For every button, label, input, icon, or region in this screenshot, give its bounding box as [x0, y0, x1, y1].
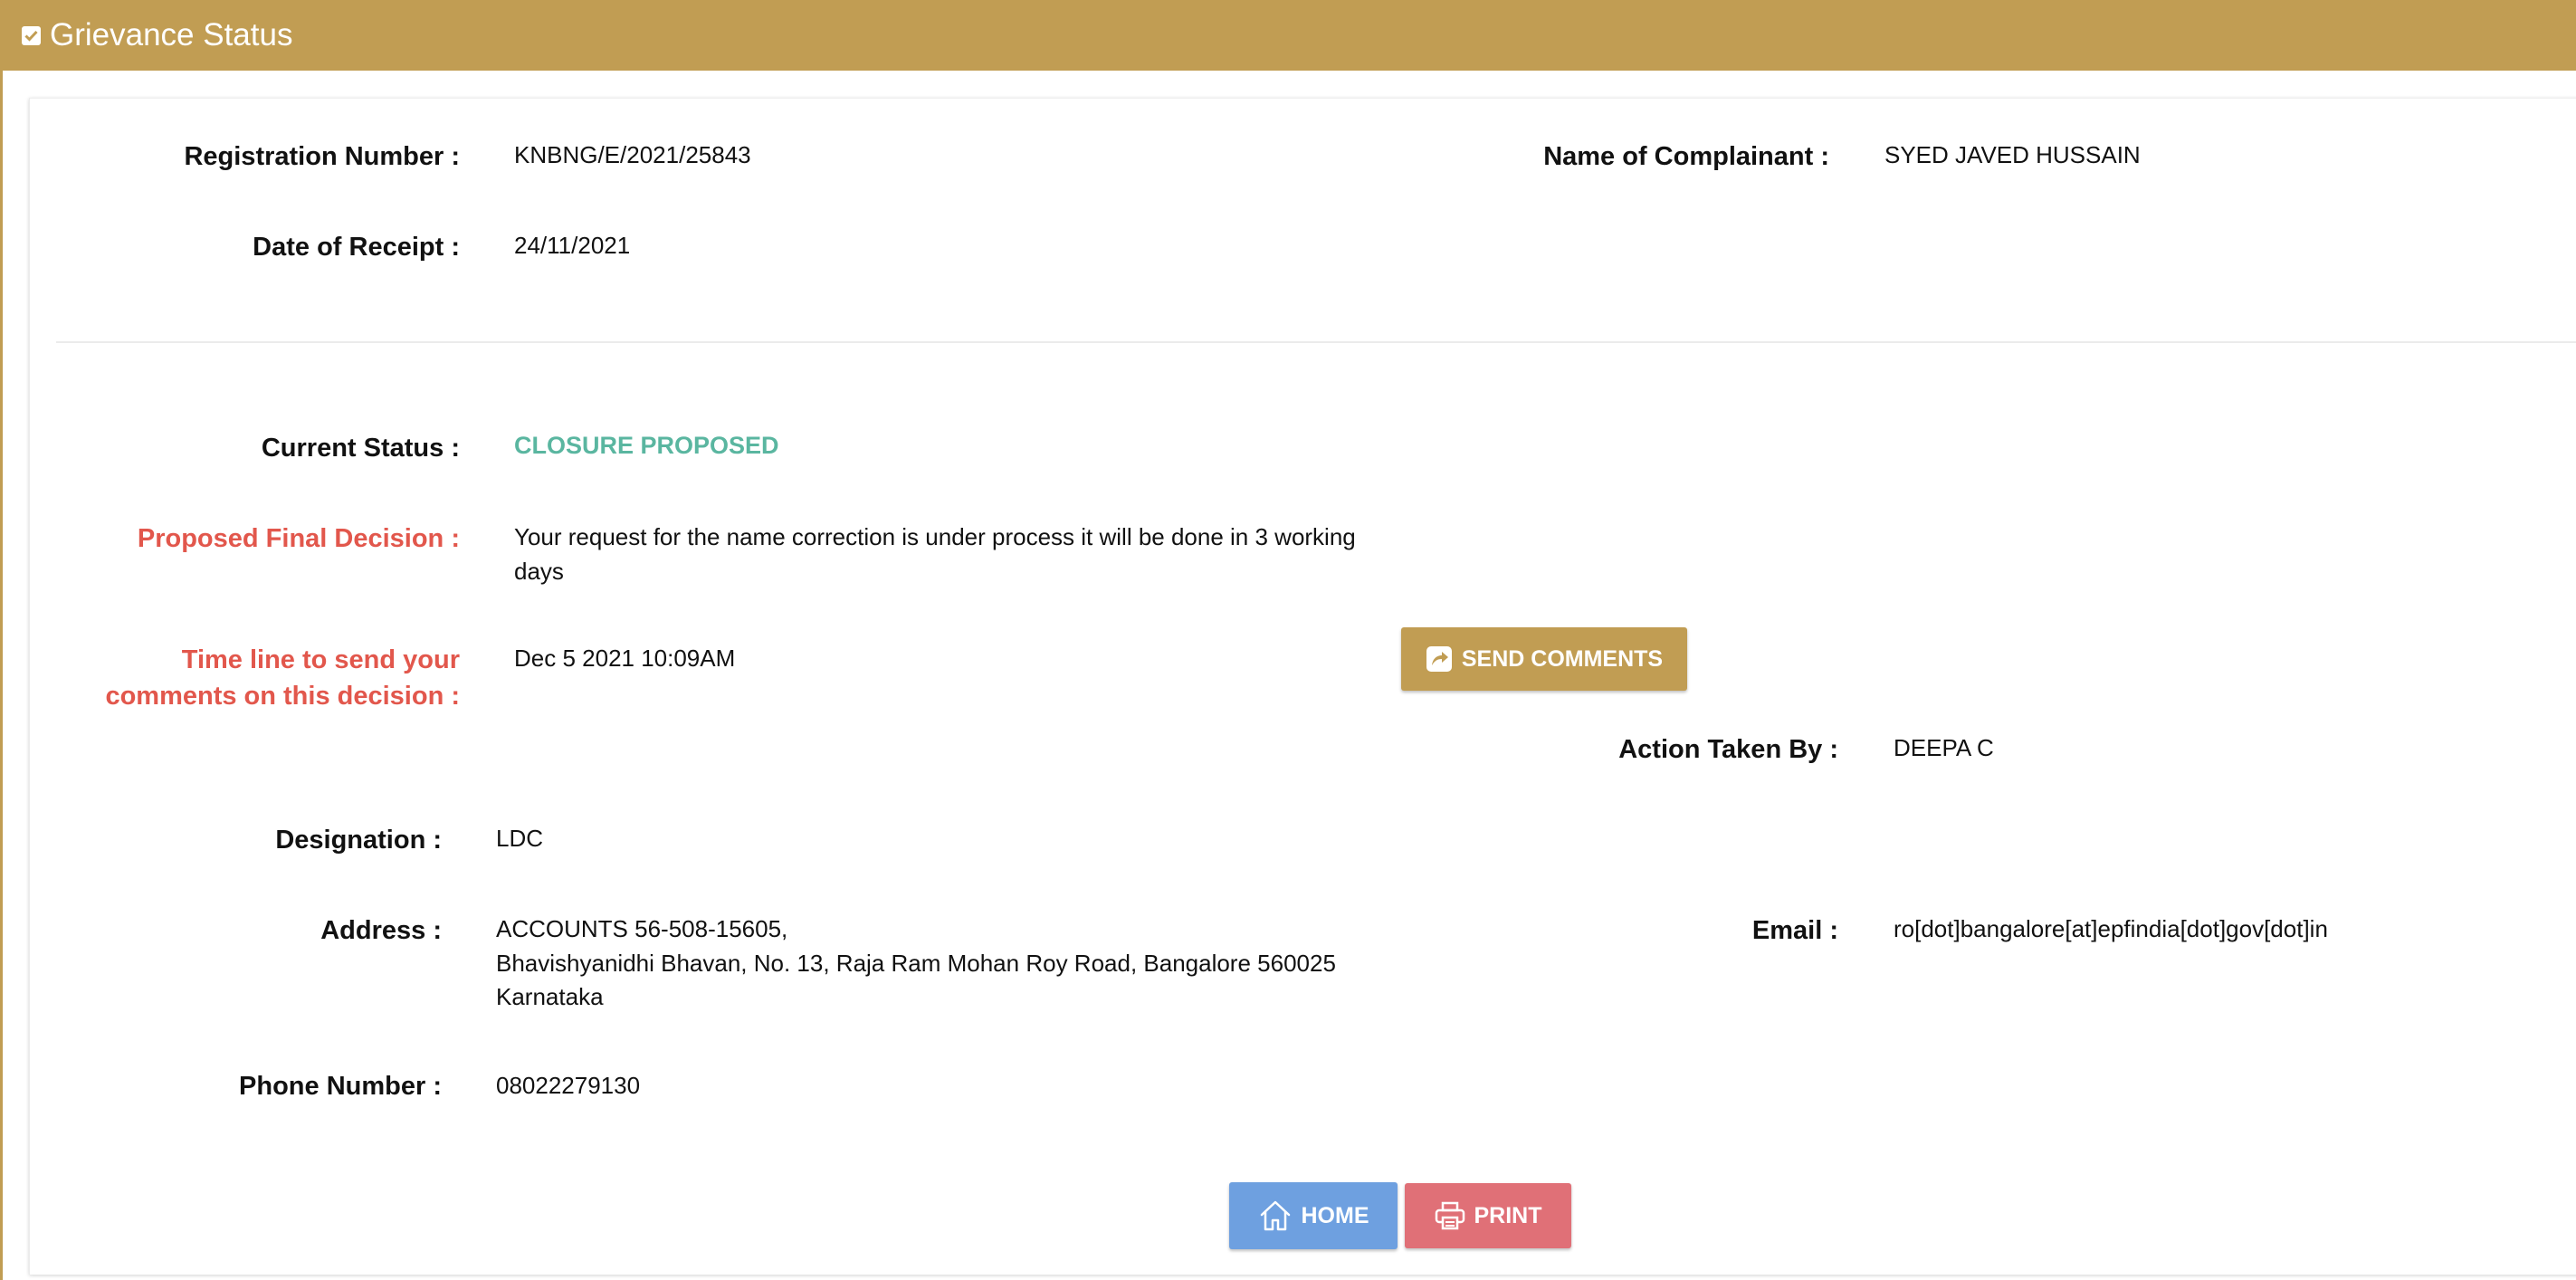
print-button[interactable]: PRINT [1405, 1183, 1571, 1248]
address-label: Address : [320, 916, 442, 945]
registration-number-label: Registration Number : [184, 142, 460, 171]
home-label: HOME [1301, 1202, 1369, 1228]
share-icon [1426, 646, 1452, 672]
page-header: Grievance Status [0, 0, 2576, 71]
designation-label: Designation : [275, 826, 442, 855]
proposed-final-decision-line2: days [514, 558, 564, 585]
timeline-value: Dec 5 2021 10:09AM [514, 645, 736, 672]
home-icon [1260, 1200, 1290, 1231]
timeline-label-line2: comments on this decision : [105, 682, 460, 711]
date-of-receipt-label: Date of Receipt : [253, 233, 460, 262]
phone-number-value: 08022279130 [496, 1072, 641, 1099]
name-of-complainant-label: Name of Complainant : [1543, 142, 1829, 171]
proposed-final-decision-label: Proposed Final Decision : [137, 524, 460, 553]
timeline-label-line1: Time line to send your [181, 645, 460, 674]
print-label: PRINT [1474, 1202, 1542, 1228]
date-of-receipt-value: 24/11/2021 [514, 232, 631, 259]
registration-number-value: KNBNG/E/2021/25843 [514, 141, 751, 168]
proposed-final-decision-line1: Your request for the name correction is … [514, 523, 1356, 550]
address-line2: Bhavishyanidhi Bhavan, No. 13, Raja Ram … [496, 950, 1336, 977]
email-value: ro[dot]bangalore[at]epfindia[dot]gov[dot… [1894, 915, 2328, 942]
printer-icon [1435, 1201, 1465, 1230]
action-taken-by-label: Action Taken By : [1618, 735, 1838, 764]
email-label: Email : [1751, 916, 1838, 945]
current-status-label: Current Status : [261, 434, 460, 463]
action-taken-by-value: DEEPA C [1894, 734, 1994, 761]
send-comments-button[interactable]: SEND COMMENTS [1401, 627, 1687, 691]
name-of-complainant-value: SYED JAVED HUSSAIN [1884, 141, 2141, 168]
designation-value: LDC [496, 825, 544, 852]
status-badge: CLOSURE PROPOSED [514, 432, 779, 459]
address-line3: Karnataka [496, 983, 604, 1010]
page-title: Grievance Status [50, 17, 293, 53]
address-line1: ACCOUNTS 56-508-15605, [496, 915, 788, 942]
home-button[interactable]: HOME [1229, 1182, 1398, 1249]
checkbox-icon [22, 25, 41, 45]
send-comments-label: SEND COMMENTS [1461, 645, 1664, 672]
phone-number-label: Phone Number : [239, 1072, 442, 1101]
section-divider [56, 341, 2576, 343]
